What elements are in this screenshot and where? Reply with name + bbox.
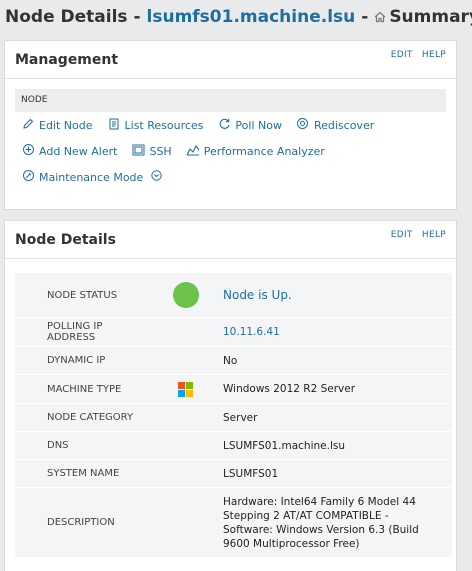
view-name: Summary	[389, 7, 472, 27]
status-up-icon	[172, 282, 199, 308]
plus-circle-icon	[21, 143, 35, 159]
description-label: DESCRIPTION	[47, 517, 115, 528]
performance-analyzer-button[interactable]: Performance Analyzer	[186, 144, 325, 159]
node-details-panel-links: EDIT HELP	[385, 230, 446, 240]
performance-icon	[186, 144, 200, 159]
page-header: Node Details - lsumfs01.machine.lsu - Su…	[0, 0, 472, 34]
dns-value: LSUMFS01.machine.lsu	[223, 439, 345, 452]
machine-type-value: Windows 2012 R2 Server	[223, 383, 356, 395]
management-edit-link[interactable]: EDIT	[391, 50, 413, 60]
row-node-category: NODE CATEGORY Server	[15, 404, 452, 432]
edit-node-label: Edit Node	[39, 118, 93, 132]
management-panel-links: EDIT HELP	[385, 50, 446, 60]
row-dns: DNS LSUMFS01.machine.lsu	[15, 432, 452, 460]
windows-logo-icon	[178, 381, 193, 397]
rediscover-button[interactable]: Rediscover	[296, 117, 374, 133]
row-system-name: SYSTEM NAME LSUMFS01	[15, 460, 452, 488]
list-resources-label: List Resources	[124, 118, 204, 132]
terminal-icon	[131, 144, 145, 159]
add-new-alert-button[interactable]: Add New Alert	[21, 143, 117, 159]
node-name-link[interactable]: lsumfs01.machine.lsu	[147, 7, 356, 27]
node-details-help-link[interactable]: HELP	[422, 230, 446, 240]
poll-now-label: Poll Now	[235, 118, 282, 132]
list-icon	[107, 118, 121, 133]
row-dynamic-ip: DYNAMIC IP No	[15, 347, 452, 375]
management-help-link[interactable]: HELP	[422, 50, 446, 60]
node-details-panel: Node Details EDIT HELP NODE STATUS Node …	[4, 220, 457, 571]
management-panel-header: Management EDIT HELP	[5, 41, 456, 79]
node-status-value[interactable]: Node is Up.	[223, 288, 452, 302]
row-machine-type: MACHINE TYPE Windows 2012 R2 Server	[15, 375, 452, 404]
node-category-value: Server	[223, 411, 258, 424]
system-name-label: SYSTEM NAME	[47, 468, 120, 479]
dynamic-ip-label: DYNAMIC IP	[47, 355, 106, 366]
ssh-label: SSH	[149, 144, 172, 158]
page-title-prefix: Node Details -	[5, 7, 141, 27]
maintenance-mode-label: Maintenance Mode	[39, 170, 144, 184]
poll-now-button[interactable]: Poll Now	[217, 117, 282, 133]
row-description: DESCRIPTION Hardware: Intel64 Family 6 M…	[15, 488, 452, 558]
dns-label: DNS	[47, 440, 69, 451]
maintenance-icon	[21, 169, 35, 185]
title-separator: -	[361, 7, 369, 27]
node-details-table: NODE STATUS Node is Up. POLLING IP ADDRE…	[15, 273, 452, 558]
node-status-label: NODE STATUS	[47, 289, 118, 301]
node-details-edit-link[interactable]: EDIT	[391, 230, 413, 240]
node-details-panel-header: Node Details EDIT HELP	[5, 221, 456, 259]
performance-analyzer-label: Performance Analyzer	[203, 144, 325, 158]
rediscover-icon	[296, 117, 310, 133]
maintenance-mode-button[interactable]: Maintenance Mode	[21, 169, 163, 185]
rediscover-label: Rediscover	[313, 118, 375, 132]
refresh-icon	[217, 117, 231, 133]
ssh-button[interactable]: SSH	[131, 144, 172, 159]
system-name-value: LSUMFS01	[223, 467, 279, 480]
polling-ip-value[interactable]: 10.11.6.41	[223, 325, 452, 339]
node-section-label: NODE	[15, 89, 446, 112]
pencil-icon	[21, 118, 35, 133]
node-category-label: NODE CATEGORY	[47, 412, 134, 423]
machine-type-label: MACHINE TYPE	[47, 383, 122, 395]
row-polling-ip: POLLING IP ADDRESS 10.11.6.41	[15, 318, 452, 347]
management-title: Management	[15, 52, 119, 68]
row-node-status: NODE STATUS Node is Up.	[15, 273, 452, 318]
polling-ip-label: POLLING IP ADDRESS	[47, 321, 103, 343]
edit-node-button[interactable]: Edit Node	[21, 118, 93, 133]
dynamic-ip-value: No	[223, 354, 238, 367]
list-resources-button[interactable]: List Resources	[107, 118, 204, 133]
description-value: Hardware: Intel64 Family 6 Model 44 Step…	[223, 495, 419, 550]
chevron-down-icon[interactable]	[149, 170, 163, 184]
node-details-title: Node Details	[15, 232, 116, 248]
add-new-alert-label: Add New Alert	[39, 144, 118, 158]
home-icon	[374, 8, 386, 27]
management-actions: Edit Node List Resources Poll Now Redisc…	[5, 112, 456, 190]
management-panel: Management EDIT HELP NODE Edit Node List…	[4, 40, 457, 210]
